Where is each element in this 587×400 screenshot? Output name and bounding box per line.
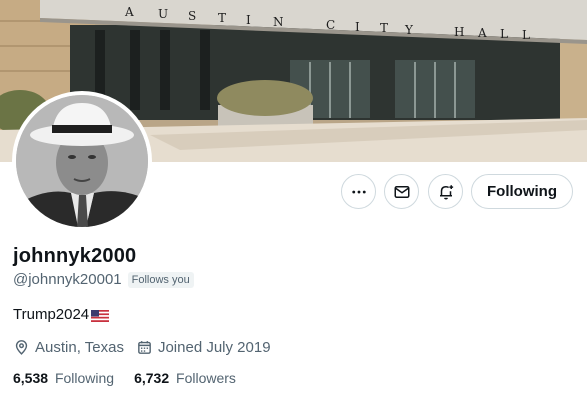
display-name: johnnyk2000 (13, 245, 137, 267)
bio-text: Trump2024 (13, 306, 90, 323)
handle-row: @johnnyk20001 Follows you (13, 271, 194, 288)
location-pin-icon (15, 340, 28, 355)
avatar-photo (16, 95, 148, 227)
profile-meta: Austin, Texas Joined July 2019 (13, 339, 283, 356)
follows-you-badge: Follows you (127, 271, 194, 288)
joined-date: Joined July 2019 (136, 339, 271, 356)
more-horizontal-icon (351, 190, 366, 193)
bio: Trump2024 (13, 306, 110, 323)
following-count: 6,538 (13, 370, 49, 386)
notifications-button[interactable] (428, 174, 463, 209)
user-handle: @johnnyk20001 (13, 271, 122, 288)
more-options-button[interactable] (341, 174, 376, 209)
followers-count: 6,732 (134, 370, 170, 386)
location: Austin, Texas (13, 339, 124, 356)
followers-label: Followers (176, 370, 236, 386)
followers-link[interactable]: 6,732 Followers (134, 370, 236, 386)
joined-text: Joined July 2019 (157, 339, 271, 356)
following-label: Following (54, 370, 115, 386)
following-link[interactable]: 6,538 Following (13, 370, 114, 386)
us-flag-icon (91, 309, 110, 322)
envelope-icon (394, 185, 409, 198)
calendar-icon (138, 341, 151, 354)
location-text: Austin, Texas (35, 339, 124, 356)
following-button[interactable]: Following (471, 174, 573, 209)
message-button[interactable] (384, 174, 419, 209)
avatar[interactable] (12, 91, 152, 231)
bell-plus-icon (439, 184, 453, 199)
follow-stats: 6,538 Following 6,732 Followers (13, 370, 256, 386)
